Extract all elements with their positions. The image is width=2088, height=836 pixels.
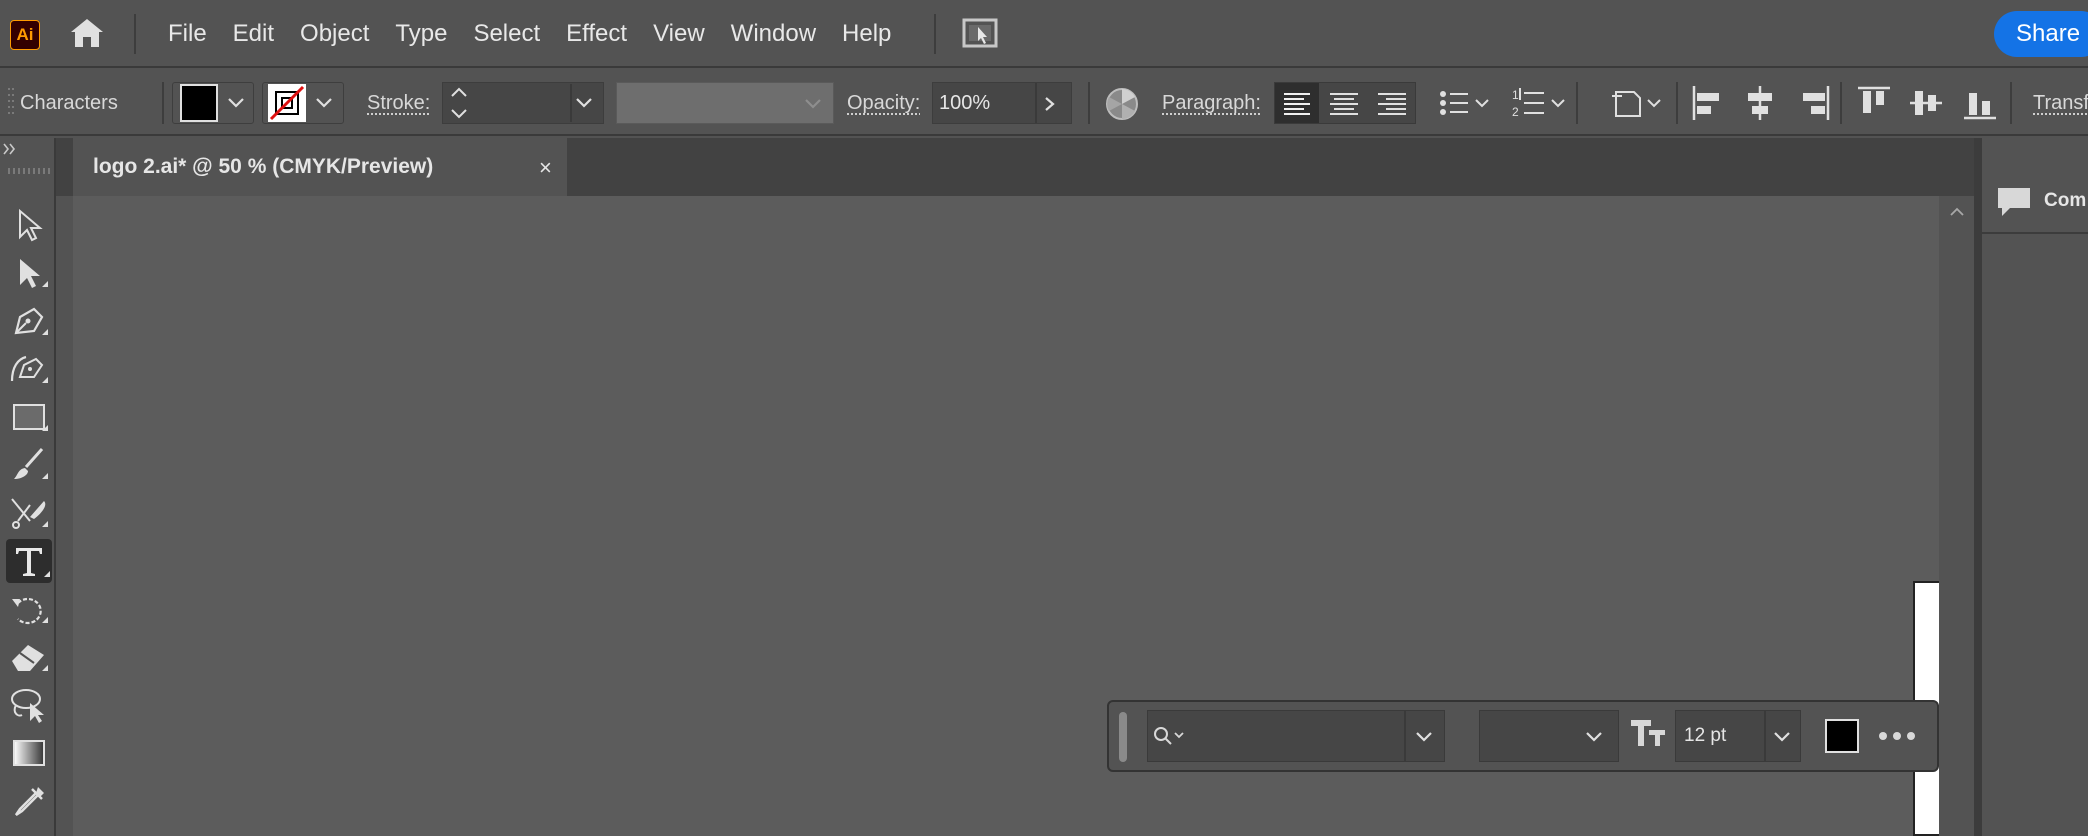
align-left-button[interactable]	[1275, 83, 1319, 123]
contextual-task-bar: 12 pt	[1107, 700, 1939, 772]
context-label: Characters	[20, 92, 118, 114]
align-bottom-edges-icon[interactable]	[1962, 84, 1998, 122]
menu-select[interactable]: Select	[460, 0, 553, 68]
opacity-label: Opacity:	[847, 92, 921, 114]
opacity-arrow-icon[interactable]	[1043, 96, 1057, 112]
menu-bar: Ai File Edit Object Type Select Effect V…	[0, 0, 2088, 68]
document-tab-title: logo 2.ai* @ 50 % (CMYK/Preview)	[93, 155, 434, 178]
close-tab-icon[interactable]: ×	[539, 155, 552, 181]
align-top-edges-icon[interactable]	[1856, 84, 1892, 122]
direct-selection-tool-icon[interactable]	[6, 251, 52, 295]
grip-handle[interactable]	[6, 84, 16, 120]
taskbar-drag-handle[interactable]	[1119, 712, 1127, 762]
main-menu: File Edit Object Type Select Effect View…	[155, 0, 904, 68]
font-family-field[interactable]	[1147, 710, 1445, 762]
scroll-up-icon[interactable]	[1949, 206, 1965, 218]
comment-icon	[1994, 184, 2034, 220]
expand-panel-icon[interactable]	[2, 142, 18, 156]
font-style-field[interactable]	[1479, 710, 1619, 762]
stroke-dropdown-chevron-icon[interactable]	[314, 96, 334, 110]
document-tab[interactable]: logo 2.ai* @ 50 % (CMYK/Preview) ×	[73, 138, 567, 196]
rectangle-tool-icon[interactable]	[6, 395, 52, 439]
paragraph-label: Paragraph:	[1162, 92, 1261, 114]
font-family-chevron-icon[interactable]	[1414, 730, 1434, 744]
divider	[1676, 82, 1678, 124]
more-options-icon[interactable]	[1877, 730, 1917, 742]
divider	[1576, 82, 1578, 124]
tools-grip-handle[interactable]	[8, 168, 50, 174]
align-center-button[interactable]	[1321, 83, 1367, 123]
shape-dropdown-icon[interactable]	[1612, 86, 1664, 120]
svg-text:1: 1	[1512, 88, 1519, 102]
home-icon[interactable]	[68, 17, 106, 49]
align-horizontal-center-icon[interactable]	[1742, 84, 1778, 122]
align-vertical-center-icon[interactable]	[1908, 84, 1944, 122]
menu-effect[interactable]: Effect	[553, 0, 640, 68]
align-right-button[interactable]	[1369, 83, 1415, 123]
menu-help[interactable]: Help	[829, 0, 904, 68]
document-tab-bar: logo 2.ai* @ 50 % (CMYK/Preview) ×	[56, 138, 1974, 196]
align-left-edges-icon[interactable]	[1690, 84, 1726, 122]
divider	[1088, 82, 1090, 124]
profile-chevron-icon	[803, 97, 823, 111]
font-search-icon	[1152, 725, 1190, 749]
paintbrush-tool-icon[interactable]	[6, 443, 52, 487]
recolor-artwork-icon[interactable]	[1104, 86, 1140, 122]
selection-tool-icon[interactable]	[6, 203, 52, 247]
variable-width-profile-dropdown[interactable]	[616, 82, 834, 124]
font-size-value: 12 pt	[1684, 725, 1727, 746]
curvature-tool-icon[interactable]	[6, 347, 52, 391]
divider	[2010, 82, 2012, 124]
text-fill-swatch[interactable]	[1825, 719, 1859, 753]
divider	[1404, 711, 1406, 761]
eyedropper-tool-icon[interactable]	[6, 779, 52, 823]
font-style-chevron-icon[interactable]	[1584, 730, 1604, 744]
menu-type[interactable]: Type	[382, 0, 460, 68]
menu-edit[interactable]: Edit	[220, 0, 287, 68]
menu-view[interactable]: View	[640, 0, 718, 68]
transform-label[interactable]: Transf	[2033, 92, 2088, 115]
control-bar: Characters Stroke: Opacity: 100% Paragra…	[0, 70, 2088, 136]
menu-divider	[934, 14, 936, 54]
menu-file[interactable]: File	[155, 0, 220, 68]
lasso-tool-icon[interactable]	[6, 683, 52, 727]
scissors-tool-icon[interactable]	[6, 491, 52, 535]
stroke-swatch-none-icon[interactable]	[268, 84, 306, 122]
right-panel-dock: Com	[1974, 138, 2088, 836]
align-right-edges-icon[interactable]	[1796, 84, 1832, 122]
stroke-stepper-icon[interactable]	[446, 84, 472, 122]
numbered-list-icon[interactable]: 12	[1512, 86, 1568, 120]
bullets-list-icon[interactable]	[1438, 88, 1490, 118]
divider	[1764, 711, 1766, 761]
menu-object[interactable]: Object	[287, 0, 382, 68]
svg-text:2: 2	[1512, 105, 1519, 119]
menu-window[interactable]: Window	[718, 0, 829, 68]
stroke-weight-chevron-icon[interactable]	[574, 96, 594, 110]
fill-dropdown-chevron-icon[interactable]	[226, 96, 246, 110]
opacity-field[interactable]: 100%	[932, 82, 1072, 124]
pen-tool-icon[interactable]	[6, 299, 52, 343]
eraser-tool-icon[interactable]	[6, 635, 52, 679]
menu-divider	[134, 14, 136, 54]
share-button[interactable]: Share	[1994, 11, 2088, 57]
comments-label: Com	[2044, 190, 2087, 211]
divider	[162, 82, 164, 124]
font-size-field[interactable]: 12 pt	[1675, 710, 1801, 762]
fill-swatch[interactable]	[180, 84, 218, 122]
gradient-tool-icon[interactable]	[6, 731, 52, 775]
comments-panel-tab[interactable]: Com	[1982, 168, 2088, 234]
tools-panel	[0, 138, 56, 836]
divider	[1840, 82, 1842, 124]
vertical-scrollbar[interactable]	[1939, 196, 1974, 836]
type-tool-icon[interactable]	[6, 539, 52, 583]
stroke-label: Stroke:	[367, 92, 431, 114]
font-size-icon	[1629, 716, 1667, 750]
app-logo: Ai	[10, 20, 40, 50]
opacity-value: 100%	[939, 92, 991, 114]
font-size-chevron-icon[interactable]	[1772, 730, 1792, 744]
rotate-tool-icon[interactable]	[6, 587, 52, 631]
divider	[1035, 83, 1037, 123]
arrange-documents-icon[interactable]	[962, 17, 1000, 49]
divider	[570, 84, 572, 122]
